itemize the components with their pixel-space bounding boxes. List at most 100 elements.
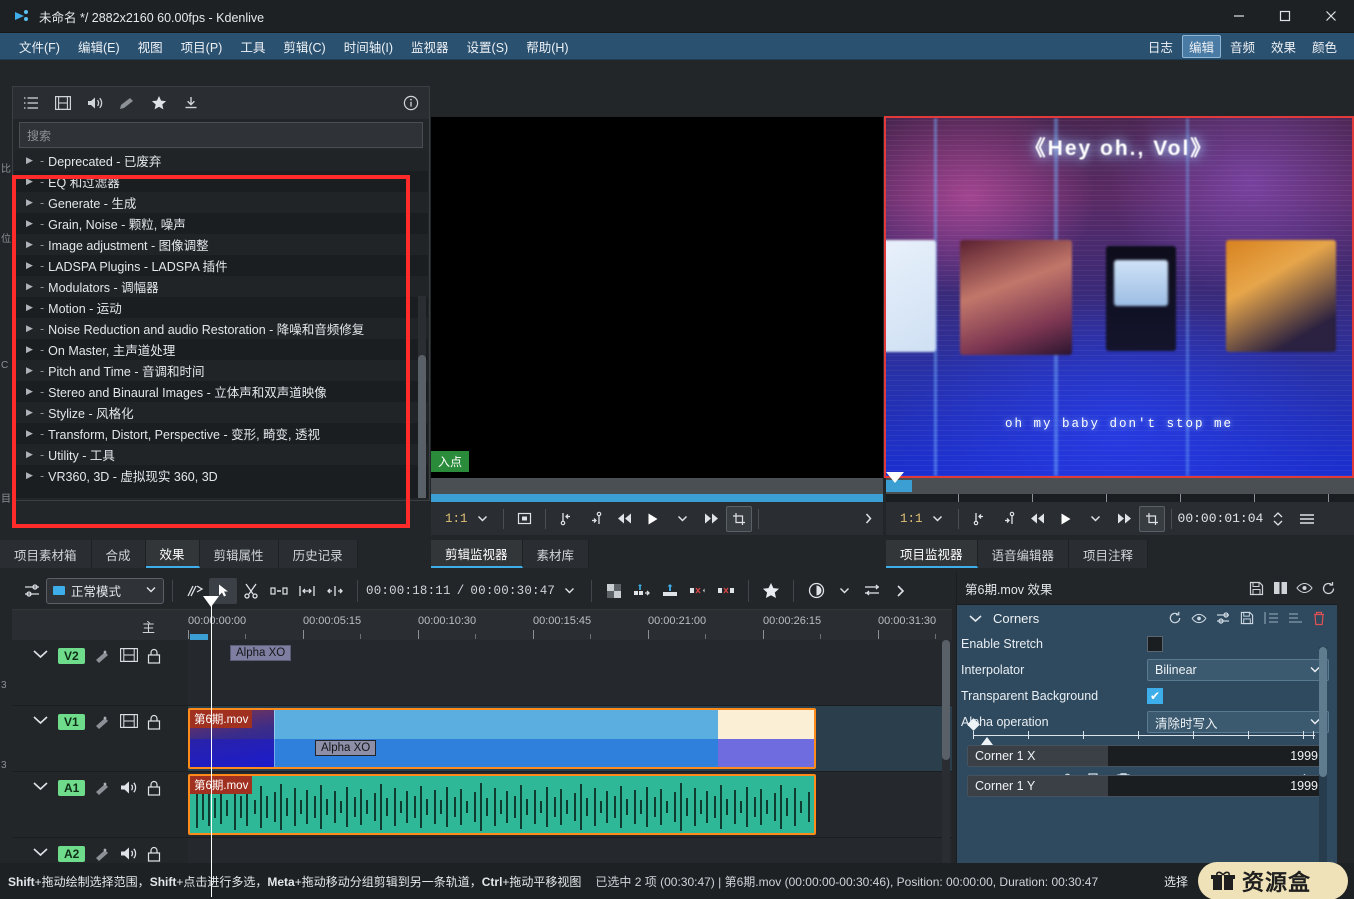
timeline-ruler[interactable]: 主 00:00:00:00 00:00:05:15 00:00:10:30 00… [12,610,1021,640]
effect-category-row[interactable]: ▶ - Pitch and Time - 音调和时间 [14,360,428,381]
zone-mode-icon[interactable] [1138,505,1165,532]
mix-icon[interactable] [600,578,628,604]
menu-project[interactable]: 项目(P) [172,34,232,59]
menu-edit[interactable]: 编辑(E) [69,34,129,59]
menu-timeline[interactable]: 时间轴(I) [335,34,402,59]
effect-category-row[interactable]: ▶ - EQ 和过滤器 [14,171,428,192]
track-header-v1[interactable]: V1 [12,706,188,772]
interpolator-select[interactable]: Bilinear [1147,659,1329,681]
monitor-more-icon[interactable] [854,506,883,532]
track-header-v2[interactable]: V2 [12,640,188,706]
minimize-button[interactable] [1216,0,1262,33]
roll-tool-icon[interactable] [321,578,349,604]
timecode-spinner-icon[interactable] [1263,506,1292,532]
custom-effects-icon[interactable] [117,93,137,113]
menu-clip[interactable]: 剪辑(C) [274,34,334,59]
list-view-icon[interactable] [21,93,41,113]
effects-icon[interactable] [94,846,111,862]
tab-library[interactable]: 素材库 [522,540,590,568]
effect-stack-scrollbar-thumb[interactable] [1319,647,1327,777]
corner-1-x-slider[interactable]: Corner 1 X 1999 [967,745,1327,767]
effects-search-input[interactable]: 搜索 [19,122,423,148]
transparent-background-checkbox[interactable]: ✔ [1147,688,1163,704]
project-monitor-playhead[interactable] [886,472,904,483]
set-zone-in-icon[interactable] [965,506,994,532]
collapse-icon[interactable] [32,780,49,792]
menu-tool[interactable]: 工具 [231,34,274,59]
indent-more-icon[interactable] [1283,607,1307,629]
enable-stretch-checkbox[interactable] [1147,636,1163,652]
tab-speech-editor[interactable]: 语音编辑器 [977,540,1070,568]
track-name-a2[interactable]: A2 [58,846,86,862]
timeline-more-icon[interactable] [886,578,914,604]
effect-category-row[interactable]: ▶ - VR360, 3D - 虚拟现实 360, 3D [14,465,428,486]
audio-mix-icon[interactable] [858,578,886,604]
track-name-v1[interactable]: V1 [58,714,85,730]
ripple-tool-icon[interactable] [293,578,321,604]
effect-category-row[interactable]: ▶ - Utility - 工具 [14,444,428,465]
track-lane-v1[interactable]: 第6期.mov Alpha XO [188,706,952,772]
rewind-icon[interactable] [1023,506,1052,532]
effect-category-row[interactable]: ▶ - Generate - 生成 [14,192,428,213]
clip-monitor-view[interactable]: 入点 [431,117,883,478]
monitor-menu-icon[interactable] [1292,506,1321,532]
effect-category-row[interactable]: ▶ - Grain, Noise - 颗粒, 噪声 [14,213,428,234]
reset-icon[interactable] [1163,607,1187,629]
timeline-clip-video[interactable]: 第6期.mov [188,708,816,769]
chevron-down-icon[interactable] [830,578,858,604]
lock-icon[interactable] [147,846,161,862]
effect-title-row[interactable]: Corners [957,605,1337,631]
video-effects-icon[interactable] [53,93,73,113]
tab-undo-history[interactable]: 历史记录 [278,540,358,568]
effects-icon[interactable] [94,714,111,730]
timeline-vscrollbar-thumb[interactable] [942,640,950,760]
close-button[interactable] [1308,0,1354,33]
menu-help[interactable]: 帮助(H) [517,34,577,59]
menu-view[interactable]: 视图 [129,34,172,59]
project-monitor-view[interactable]: 《Hey oh., Vol》 oh my baby don't stop me [884,116,1354,478]
favorite-icon[interactable] [149,93,169,113]
lock-icon[interactable] [147,780,161,796]
project-monitor-ruler[interactable] [886,494,1354,502]
collapse-icon[interactable] [32,648,49,660]
timeline-edit-mode-select[interactable]: 正常模式 [46,577,164,604]
settings-icon[interactable] [1211,607,1235,629]
tab-compositions[interactable]: 合成 [91,540,146,568]
composition-alpha-xo-v2[interactable]: Alpha XO [230,645,292,661]
set-zone-out-icon[interactable] [581,506,610,532]
compare-icon[interactable] [1268,577,1292,599]
layout-logging[interactable]: 日志 [1141,35,1180,58]
tab-effects[interactable]: 效果 [145,540,200,568]
tab-project-bin[interactable]: 项目素材箱 [0,540,92,568]
clip-monitor-zone-bar[interactable] [431,478,883,494]
timeline-vscrollbar-track[interactable] [942,640,950,890]
chevron-down-icon[interactable] [555,578,583,604]
razor-tool-icon[interactable] [237,578,265,604]
project-monitor-zone-bar[interactable] [886,478,1354,494]
effects-scrollbar-thumb[interactable] [418,355,426,498]
play-icon[interactable] [1052,506,1081,532]
save-effect-icon[interactable] [1244,577,1268,599]
eye-icon[interactable] [1187,607,1211,629]
slip-tool-icon[interactable] [265,578,293,604]
effect-category-row[interactable]: ▶ - Modulators - 调幅器 [14,276,428,297]
indent-less-icon[interactable] [1259,607,1283,629]
corner-1-y-slider[interactable]: Corner 1 Y 1999 [967,775,1327,797]
effect-category-row[interactable]: ▶ - Noise Reduction and audio Restoration … [14,318,428,339]
maximize-button[interactable] [1262,0,1308,33]
extract-zone-icon[interactable] [684,578,712,604]
eye-icon[interactable] [1292,577,1316,599]
layout-editing[interactable]: 编辑 [1181,34,1221,58]
project-monitor-timecode[interactable]: 00:00:01:04 [1178,511,1264,526]
layout-color[interactable]: 颜色 [1305,35,1344,58]
chevron-down-icon[interactable] [923,506,952,532]
layout-audio[interactable]: 音频 [1223,35,1262,58]
layout-effects[interactable]: 效果 [1264,35,1303,58]
tab-clip-properties[interactable]: 剪辑属性 [199,540,279,568]
effect-category-row[interactable]: ▶ - Transform, Distort, Perspective - 变形, … [14,423,428,444]
track-lane-v2[interactable]: Alpha XO [188,640,952,706]
effect-category-row[interactable]: ▶ - On Master, 主声道处理 [14,339,428,360]
timeline-playhead[interactable] [211,602,212,897]
lift-zone-icon[interactable] [712,578,740,604]
menu-monitor[interactable]: 监视器 [402,34,458,59]
